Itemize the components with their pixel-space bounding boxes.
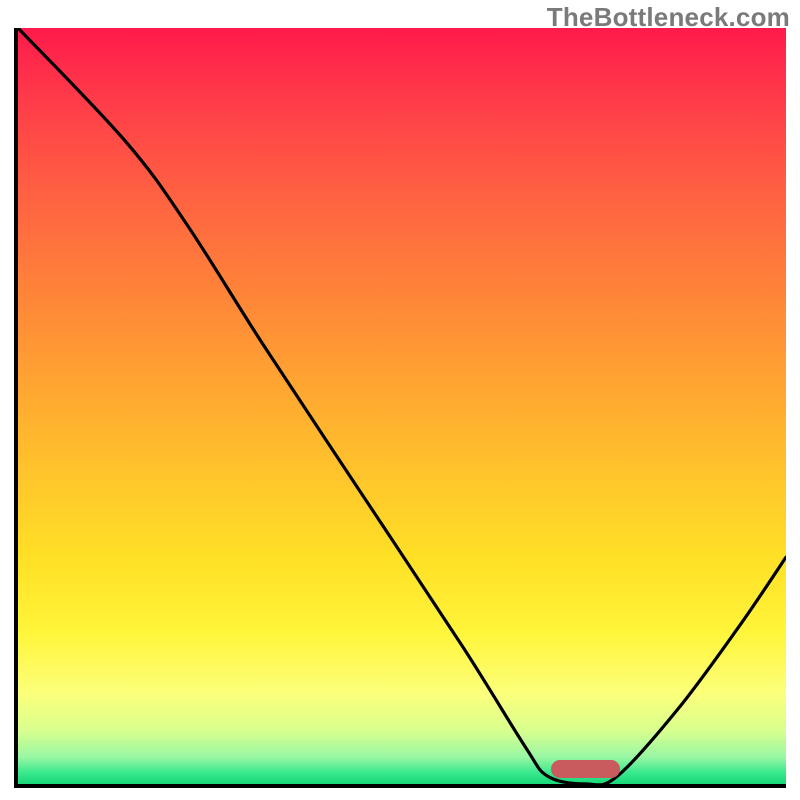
plot-area [14, 28, 786, 788]
optimal-marker [551, 760, 620, 778]
chart-container: TheBottleneck.com [0, 0, 800, 800]
bottleneck-curve [18, 28, 786, 784]
